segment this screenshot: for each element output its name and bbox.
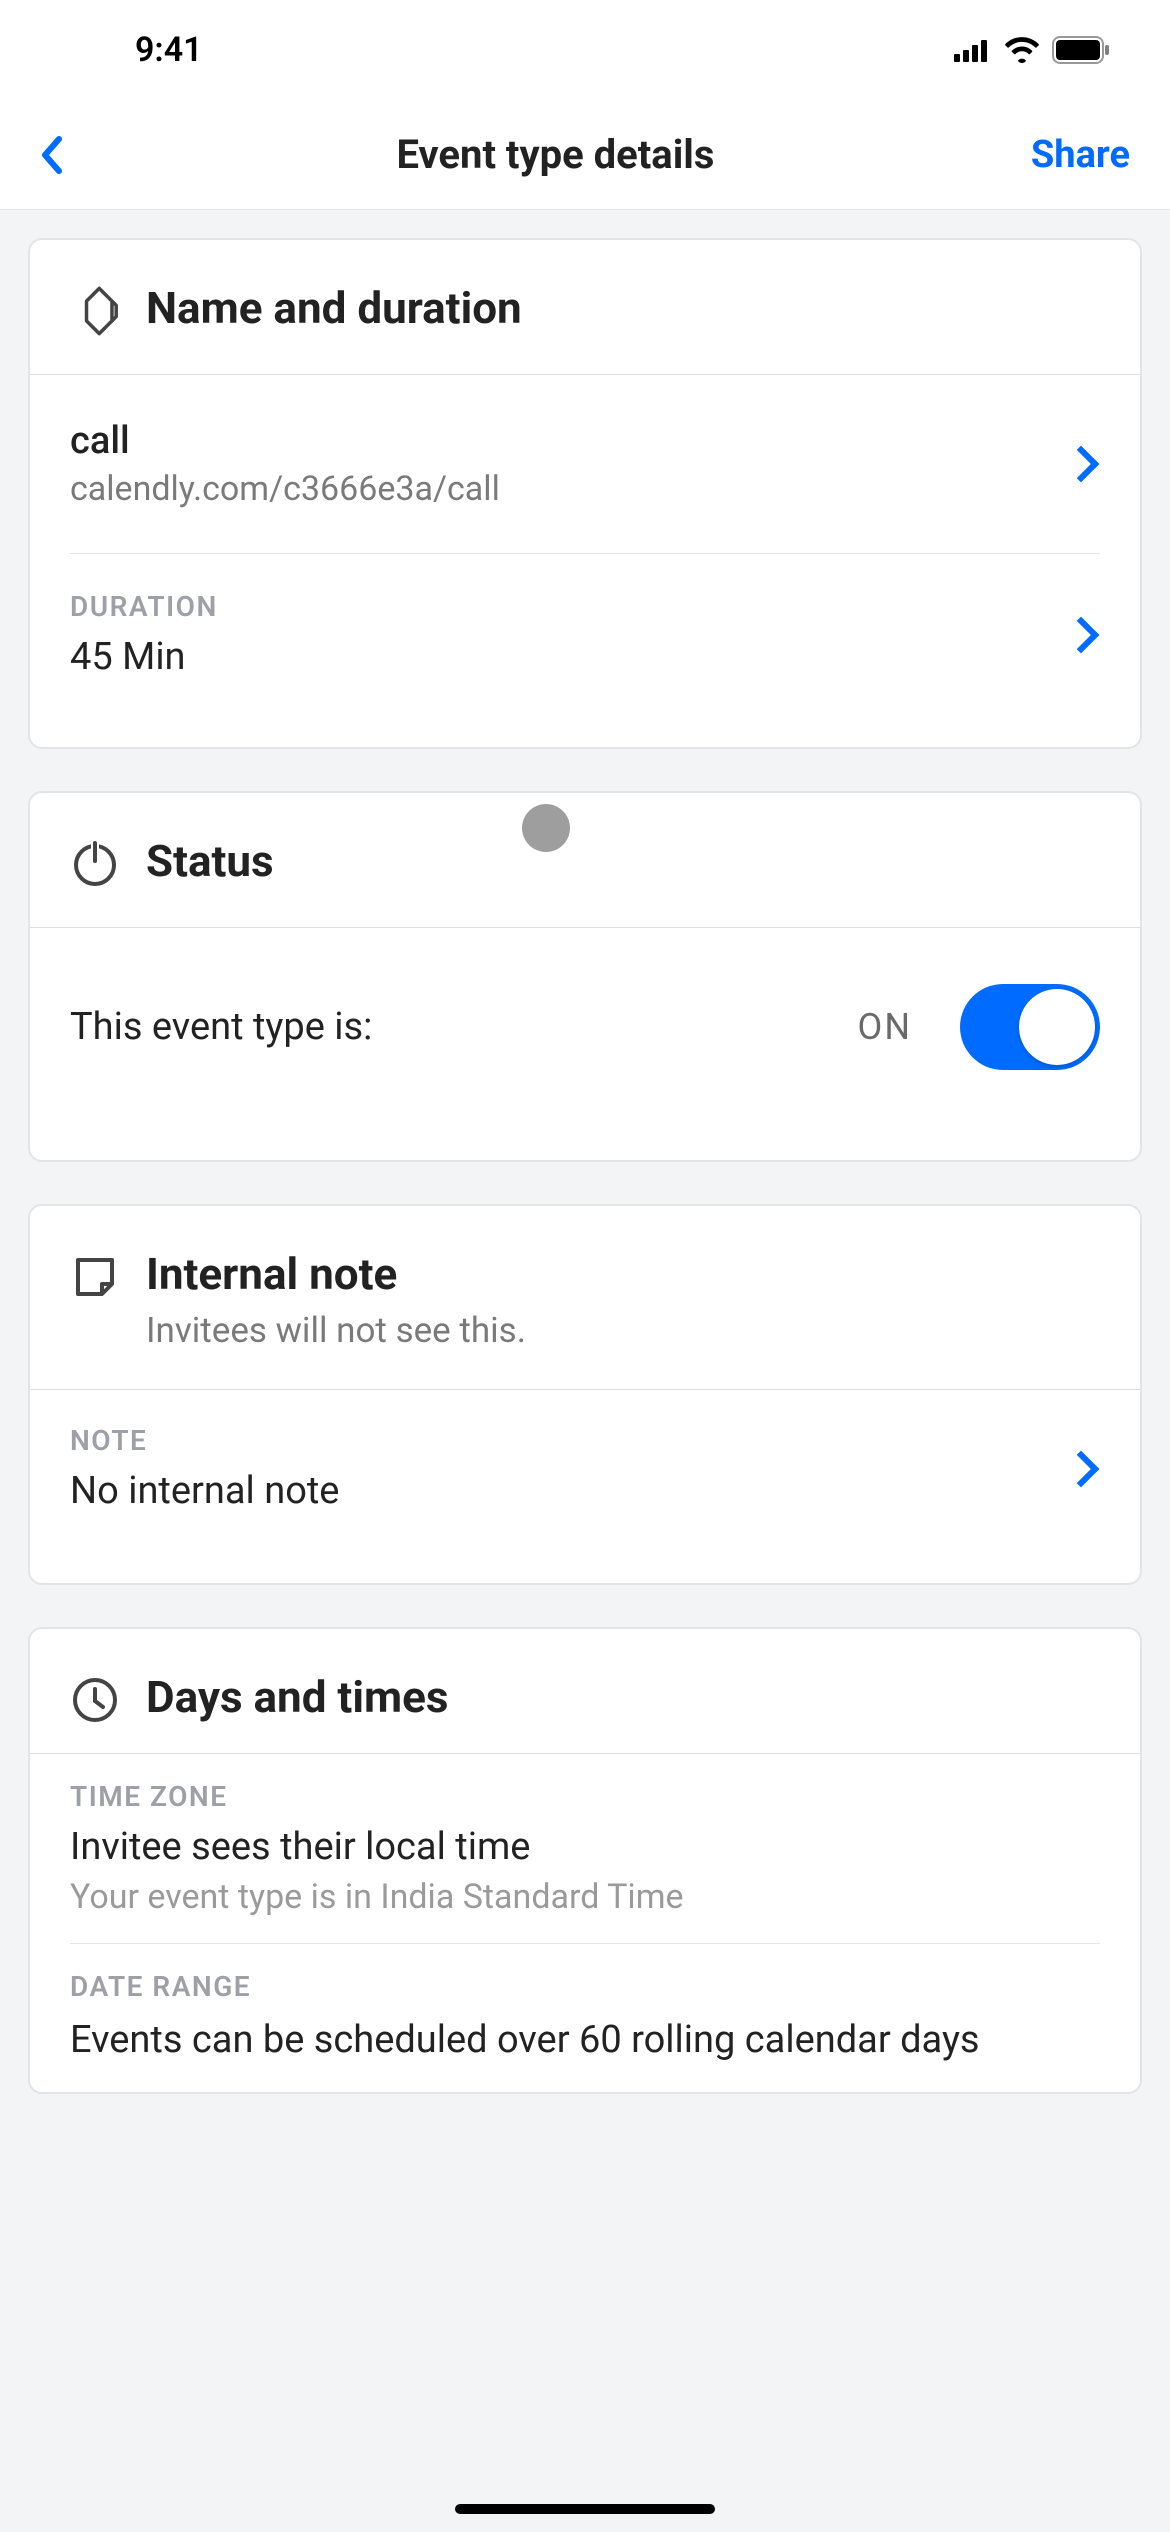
internal-note-card: Internal note Invitees will not see this… [28,1204,1142,1585]
event-color-dot [522,804,570,852]
wifi-icon [1004,37,1040,63]
days-times-title: Days and times [146,1671,448,1723]
internal-note-header: Internal note Invitees will not see this… [30,1206,1140,1390]
note-value: No internal note [70,1469,1048,1513]
status-bar: 9:41 [0,0,1170,100]
status-toggle-row: This event type is: ON [30,928,1140,1160]
status-toggle[interactable] [960,984,1100,1070]
battery-icon [1052,36,1110,64]
status-state: ON [858,1006,912,1048]
toggle-knob [1019,989,1095,1065]
back-button[interactable] [40,136,80,174]
cellular-icon [954,38,992,62]
timezone-label: TIME ZONE [70,1780,1100,1813]
timezone-row[interactable]: TIME ZONE Invitee sees their local time … [30,1754,1140,1943]
timezone-sub: Your event type is in India Standard Tim… [70,1877,1100,1917]
event-name-row[interactable]: call calendly.com/c3666e3a/call [30,375,1140,553]
chevron-right-icon [1063,446,1100,483]
chevron-right-icon [1063,1450,1100,1487]
note-icon [70,1252,120,1302]
nav-bar: Event type details Share [0,100,1170,210]
duration-label: DURATION [70,590,1048,623]
note-row[interactable]: NOTE No internal note [30,1390,1140,1583]
internal-note-sub: Invitees will not see this. [146,1310,526,1351]
page-title: Event type details [80,131,1031,178]
status-icons [954,36,1110,64]
share-button[interactable]: Share [1031,133,1130,177]
home-indicator[interactable] [455,2504,715,2514]
name-duration-header: Name and duration [30,240,1140,375]
event-url: calendly.com/c3666e3a/call [70,469,1048,509]
power-icon [70,839,120,889]
chevron-left-icon [40,136,62,174]
status-title: Status [146,835,274,887]
note-label: NOTE [70,1424,1048,1457]
date-range-value: Events can be scheduled over 60 rolling … [70,2015,1100,2066]
days-times-card: Days and times TIME ZONE Invitee sees th… [28,1627,1142,2094]
event-name: call [70,419,1048,463]
duration-row[interactable]: DURATION 45 Min [30,554,1140,747]
date-range-label: DATE RANGE [70,1970,1100,2003]
date-range-row[interactable]: DATE RANGE Events can be scheduled over … [30,1944,1140,2092]
name-duration-card: Name and duration call calendly.com/c366… [28,238,1142,749]
clock-icon [70,1675,120,1725]
name-duration-title: Name and duration [146,282,522,334]
chevron-right-icon [1063,616,1100,653]
duration-value: 45 Min [70,635,1048,679]
status-header: Status [30,793,1140,928]
tag-icon [70,286,120,336]
status-time: 9:41 [135,30,203,70]
status-card: Status This event type is: ON [28,791,1142,1162]
timezone-value: Invitee sees their local time [70,1825,1100,1869]
status-prompt: This event type is: [70,1005,858,1049]
internal-note-title: Internal note [146,1248,526,1300]
days-times-header: Days and times [30,1629,1140,1754]
